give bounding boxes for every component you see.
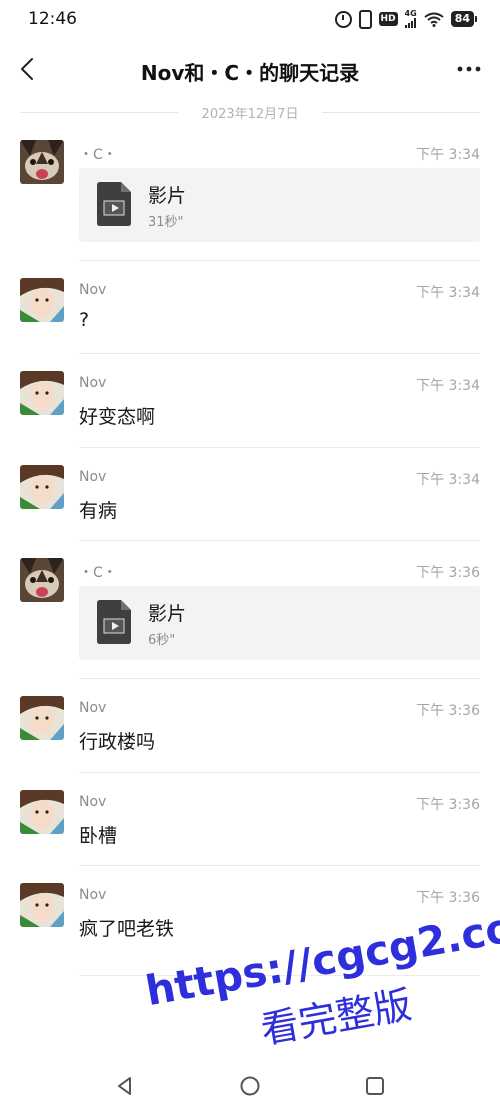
video-duration: 31秒"	[148, 215, 184, 230]
status-time: 12:46	[28, 9, 77, 29]
network-type: 4G	[404, 9, 417, 18]
sender-name: Nov	[79, 794, 107, 810]
sender-name: Nov	[79, 700, 107, 716]
video-attachment[interactable]: 影片 31秒"	[79, 168, 480, 242]
nav-recent-apps-icon[interactable]	[363, 1074, 387, 1098]
alarm-icon	[334, 10, 352, 28]
message-time: 下午 3:36	[416, 703, 480, 719]
message-time: 下午 3:34	[416, 472, 480, 488]
message-time: 下午 3:34	[416, 378, 480, 394]
message-text: ?	[79, 309, 90, 331]
sender-name: Nov	[79, 469, 107, 485]
battery-indicator: 84	[450, 11, 478, 27]
app-header: Nov和・C・的聊天记录	[0, 44, 500, 96]
message-item: Nov 下午 3:34 有病	[0, 447, 500, 541]
message-time: 下午 3:36	[416, 797, 480, 813]
message-time: 下午 3:36	[416, 890, 480, 906]
sender-name: ・C・	[79, 147, 117, 163]
message-text: 卧槽	[79, 825, 118, 847]
more-options-button[interactable]	[452, 54, 486, 84]
date-divider: 2023年12月7日	[20, 102, 480, 122]
message-item: ・C・ 下午 3:36 影片 6秒"	[0, 540, 500, 680]
video-duration: 6秒"	[148, 633, 176, 648]
nav-back-icon[interactable]	[113, 1074, 137, 1098]
back-button[interactable]	[14, 54, 44, 84]
message-text: 好变态啊	[79, 406, 156, 428]
video-file-icon	[97, 600, 131, 644]
video-name: 影片	[148, 603, 187, 625]
hd-badge: HD	[378, 12, 398, 26]
status-icons: HD 4G 84	[334, 9, 478, 29]
message-item: Nov 下午 3:34 好变态啊	[0, 353, 500, 448]
sender-name: ・C・	[79, 565, 117, 581]
avatar-nov[interactable]	[20, 696, 64, 740]
message-time: 下午 3:34	[416, 285, 480, 301]
message-time: 下午 3:34	[416, 147, 480, 163]
avatar-nov[interactable]	[20, 278, 64, 322]
sender-name: Nov	[79, 887, 107, 903]
system-nav-bar	[0, 1060, 500, 1115]
message-text: 疯了吧老铁	[79, 918, 175, 940]
vibrate-icon	[358, 9, 372, 29]
message-text: 有病	[79, 500, 118, 522]
message-item: ・C・ 下午 3:34 影片 31秒"	[0, 122, 500, 262]
sender-name: Nov	[79, 282, 107, 298]
message-item: Nov 下午 3:36 卧槽	[0, 772, 500, 866]
message-time: 下午 3:36	[416, 565, 480, 581]
page-title: Nov和・C・的聊天记录	[140, 61, 360, 85]
avatar-nov[interactable]	[20, 465, 64, 509]
video-attachment[interactable]: 影片 6秒"	[79, 586, 480, 660]
video-name: 影片	[148, 185, 187, 207]
message-item: Nov 下午 3:36 行政楼吗	[0, 678, 500, 773]
message-item: Nov 下午 3:34 ?	[0, 260, 500, 354]
nav-home-icon[interactable]	[238, 1074, 262, 1098]
video-file-icon	[97, 182, 131, 226]
status-bar: 12:46 HD 4G 84	[0, 0, 500, 40]
sender-name: Nov	[79, 375, 107, 391]
avatar-cat[interactable]	[20, 140, 64, 184]
avatar-cat[interactable]	[20, 558, 64, 602]
avatar-nov[interactable]	[20, 371, 64, 415]
cellular-signal-icon: 4G	[404, 9, 417, 28]
wifi-icon	[424, 12, 444, 27]
message-text: 行政楼吗	[79, 731, 156, 753]
avatar-nov[interactable]	[20, 790, 64, 834]
avatar-nov[interactable]	[20, 883, 64, 927]
